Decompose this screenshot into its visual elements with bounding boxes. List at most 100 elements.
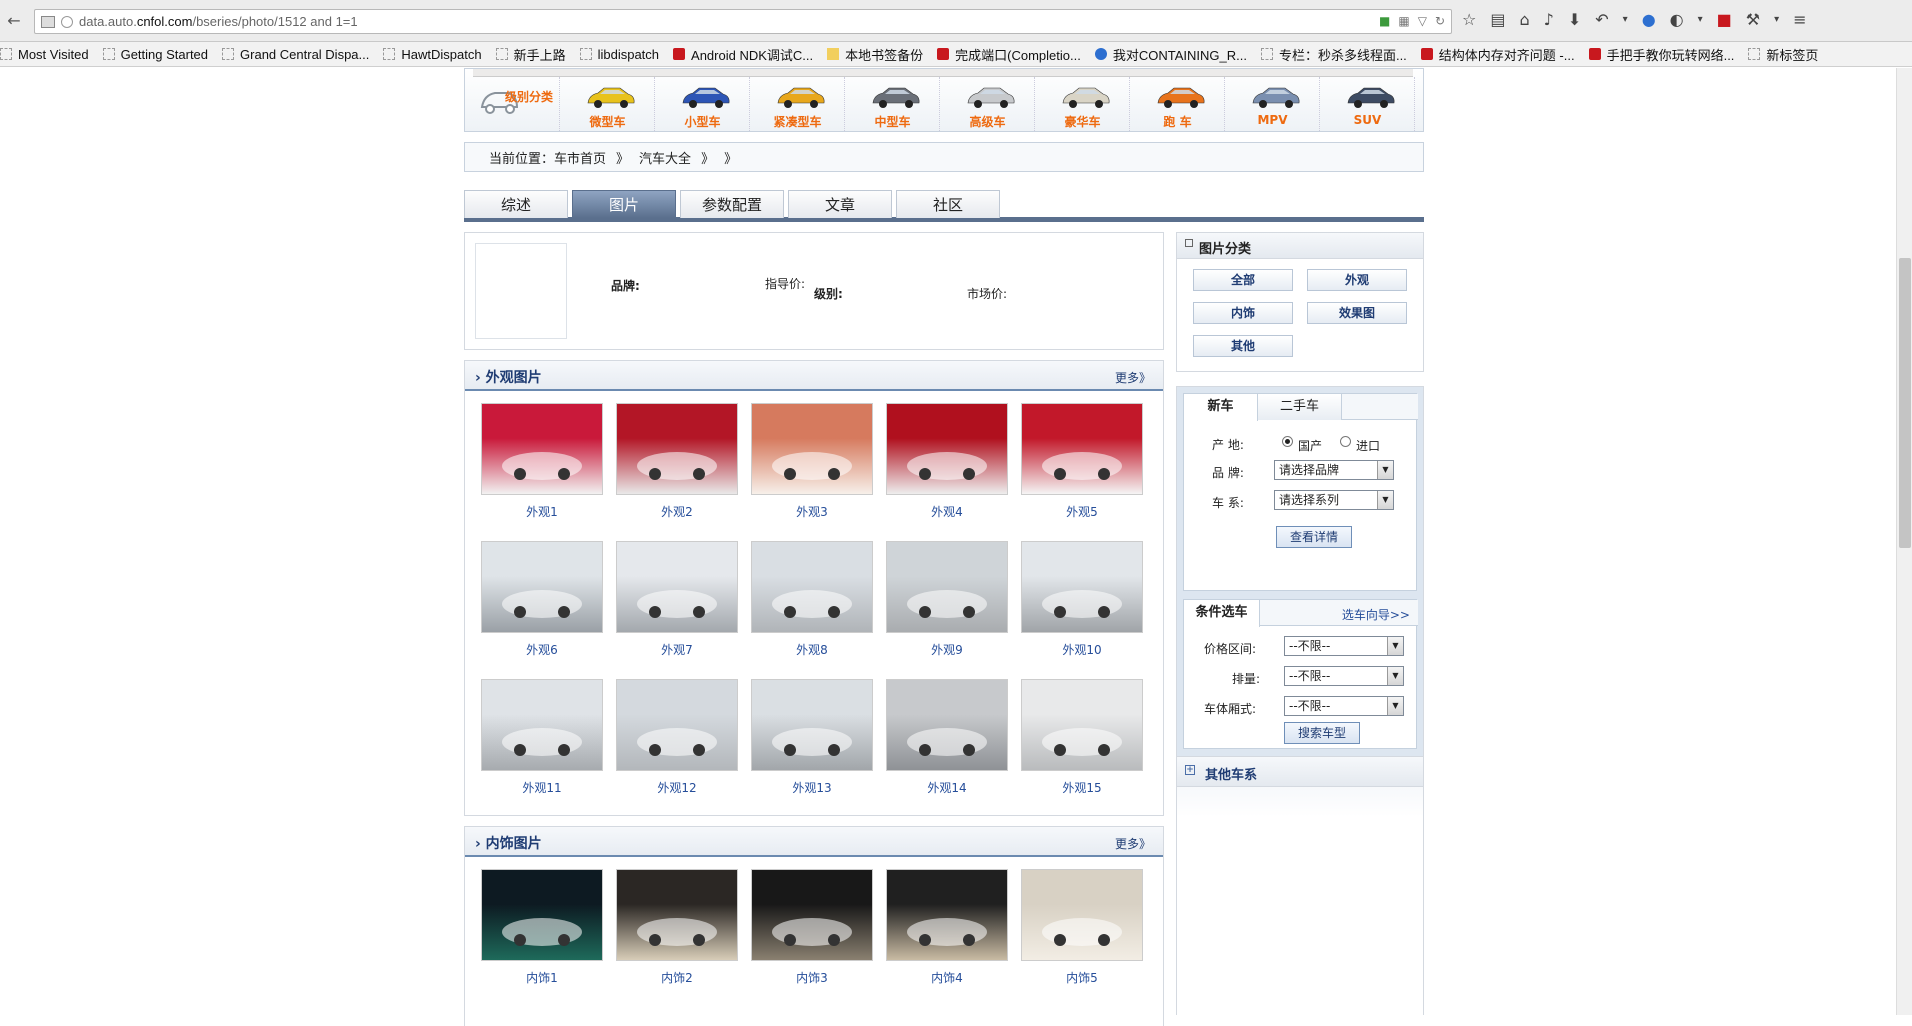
bookmark-item[interactable]: 手把手教你玩转网络... [1588, 45, 1734, 64]
photo-thumbnail[interactable] [886, 541, 1008, 633]
category-interior-button[interactable]: 内饰 [1193, 302, 1293, 324]
home-icon[interactable]: ⌂ [1519, 10, 1529, 29]
star-icon[interactable]: ☆ [1462, 10, 1476, 29]
series-select[interactable]: 请选择系列 ▼ [1274, 490, 1394, 510]
reload-icon[interactable]: ↻ [1435, 14, 1445, 28]
body-style-select[interactable]: --不限-- ▼ [1284, 696, 1404, 716]
category-8[interactable]: MPV [1225, 77, 1320, 131]
photo-caption[interactable]: 外观7 [616, 641, 738, 658]
car-guide-link[interactable]: 选车向导>> [1342, 606, 1410, 623]
tab-community[interactable]: 社区 [896, 190, 1000, 218]
photo-thumbnail[interactable] [751, 679, 873, 771]
displacement-select[interactable]: --不限-- ▼ [1284, 666, 1404, 686]
bookmark-item[interactable]: 完成端口(Completio... [937, 45, 1081, 64]
chevron-down-icon[interactable]: ▾ [1774, 14, 1779, 25]
tab-articles[interactable]: 文章 [788, 190, 892, 218]
photo-thumbnail[interactable] [481, 869, 603, 961]
back-icon[interactable]: ← [3, 10, 25, 32]
photo-caption[interactable]: 外观4 [886, 503, 1008, 520]
photo-thumbnail[interactable] [481, 679, 603, 771]
category-rendering-button[interactable]: 效果图 [1307, 302, 1407, 324]
photo-thumbnail[interactable] [886, 869, 1008, 961]
chevron-down-icon[interactable]: ▾ [1623, 14, 1628, 25]
photo-caption[interactable]: 外观3 [751, 503, 873, 520]
photo-caption[interactable]: 内饰1 [481, 969, 603, 986]
photo-thumbnail[interactable] [1021, 679, 1143, 771]
category-4[interactable]: 中型车 [845, 77, 940, 131]
view-detail-button[interactable]: 查看详情 [1276, 526, 1352, 548]
addon-circle-icon[interactable]: ◐ [1670, 10, 1684, 29]
bookmark-item[interactable]: libdispatch [579, 47, 659, 62]
photo-caption[interactable]: 外观6 [481, 641, 603, 658]
bookmark-item[interactable]: 本地书签备份 [827, 45, 923, 64]
category-6[interactable]: 豪华车 [1035, 77, 1130, 131]
qr-icon[interactable]: ▦ [1398, 14, 1409, 28]
tools-icon[interactable]: ⚒ [1746, 10, 1760, 29]
category-2[interactable]: 小型车 [655, 77, 750, 131]
photo-thumbnail[interactable] [1021, 403, 1143, 495]
photo-caption[interactable]: 外观2 [616, 503, 738, 520]
tab-specs[interactable]: 参数配置 [680, 190, 784, 218]
photo-thumbnail[interactable] [1021, 541, 1143, 633]
photo-thumbnail[interactable] [481, 541, 603, 633]
search-model-button[interactable]: 搜索车型 [1284, 722, 1360, 744]
category-exterior-button[interactable]: 外观 [1307, 269, 1407, 291]
breadcrumb-all-cars[interactable]: 汽车大全 [639, 148, 691, 167]
price-range-select[interactable]: --不限-- ▼ [1284, 636, 1404, 656]
expand-icon[interactable]: + [1185, 765, 1195, 775]
photo-caption[interactable]: 内饰3 [751, 969, 873, 986]
addon-red-icon[interactable]: ■ [1717, 10, 1732, 29]
photo-thumbnail[interactable] [751, 869, 873, 961]
category-5[interactable]: 高级车 [940, 77, 1035, 131]
category-0[interactable]: 级别分类 [465, 77, 560, 131]
category-other-button[interactable]: 其他 [1193, 335, 1293, 357]
addon-blue-icon[interactable]: ● [1642, 10, 1656, 29]
brand-select[interactable]: 请选择品牌 ▼ [1274, 460, 1394, 480]
exterior-more-link[interactable]: 更多》 [1115, 369, 1151, 386]
category-all-button[interactable]: 全部 [1193, 269, 1293, 291]
tab-new-car[interactable]: 新车 [1184, 394, 1258, 421]
bookmark-item[interactable]: Getting Started [102, 47, 208, 62]
origin-import-radio[interactable] [1340, 436, 1351, 447]
undo-icon[interactable]: ↶ [1595, 10, 1608, 29]
photo-thumbnail[interactable] [1021, 869, 1143, 961]
photo-caption[interactable]: 内饰4 [886, 969, 1008, 986]
car-thumbnail[interactable] [475, 243, 567, 339]
reader-icon[interactable]: ▤ [1490, 10, 1505, 29]
photo-caption[interactable]: 外观12 [616, 779, 738, 796]
chevron-down-icon[interactable]: ▾ [1698, 14, 1703, 25]
breadcrumb-home[interactable]: 车市首页 [554, 148, 606, 167]
category-9[interactable]: SUV [1320, 77, 1415, 131]
photo-thumbnail[interactable] [886, 403, 1008, 495]
photo-caption[interactable]: 外观9 [886, 641, 1008, 658]
photo-caption[interactable]: 外观5 [1021, 503, 1143, 520]
bookmark-item[interactable]: 新手上路 [495, 45, 566, 64]
photo-thumbnail[interactable] [616, 679, 738, 771]
scrollbar-thumb[interactable] [1899, 258, 1911, 548]
photo-thumbnail[interactable] [616, 541, 738, 633]
photo-caption[interactable]: 外观15 [1021, 779, 1143, 796]
collapse-icon[interactable] [1185, 239, 1193, 247]
photo-caption[interactable]: 内饰2 [616, 969, 738, 986]
bookmark-item[interactable]: 新标签页 [1748, 45, 1818, 64]
download-icon[interactable]: ⬇ [1568, 10, 1581, 29]
photo-thumbnail[interactable] [886, 679, 1008, 771]
menu-icon[interactable]: ≡ [1793, 10, 1806, 29]
category-3[interactable]: 紧凑型车 [750, 77, 845, 131]
page-scrollbar[interactable] [1896, 68, 1912, 1015]
bookmark-item[interactable]: Android NDK调试C... [673, 45, 813, 64]
bookmark-item[interactable]: Most Visited [0, 47, 89, 62]
bookmark-item[interactable]: 专栏：秒杀多线程面... [1260, 45, 1407, 64]
bookmark-item[interactable]: HawtDispatch [383, 47, 482, 62]
tab-overview[interactable]: 综述 [464, 190, 568, 218]
category-7[interactable]: 跑 车 [1130, 77, 1225, 131]
tab-used-car[interactable]: 二手车 [1258, 394, 1342, 420]
speaker-icon[interactable]: ♪ [1544, 10, 1554, 29]
bookmark-item[interactable]: 我对CONTAINING_R... [1094, 45, 1247, 64]
tab-photos[interactable]: 图片 [572, 190, 676, 218]
photo-thumbnail[interactable] [751, 541, 873, 633]
interior-more-link[interactable]: 更多》 [1115, 835, 1151, 852]
photo-caption[interactable]: 外观10 [1021, 641, 1143, 658]
category-1[interactable]: 微型车 [560, 77, 655, 131]
dropdown-icon[interactable]: ▽ [1418, 14, 1427, 28]
